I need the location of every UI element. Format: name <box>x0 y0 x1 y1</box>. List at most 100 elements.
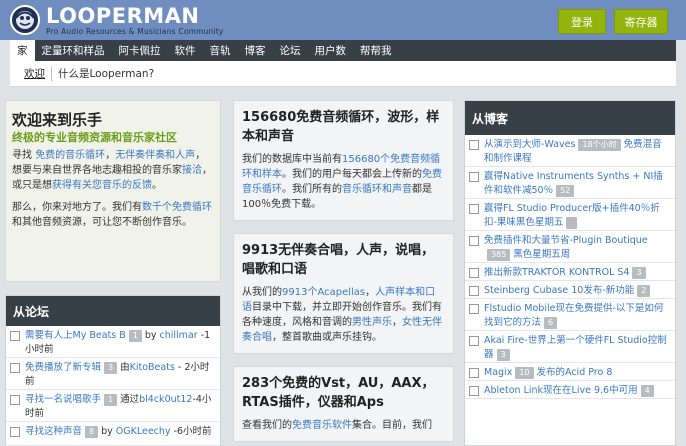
nav-home[interactable]: 家 <box>10 40 35 61</box>
link-loops-sounds[interactable]: 音乐循环和声音 <box>342 184 412 195</box>
nav-software[interactable]: 软件 <box>168 40 203 61</box>
nav-help[interactable]: 帮帮我 <box>353 40 399 61</box>
forum-topic-link[interactable]: 寻找一名说唱歌手 <box>25 394 101 405</box>
forum-user-link[interactable]: chillmar <box>160 330 198 341</box>
text: ， <box>392 317 402 328</box>
list-item: 寻找一名说唱歌手 1 通过bl4ck0ut12-4小时前 <box>6 390 220 422</box>
count-badge: 6 <box>544 317 558 329</box>
blog-post-link[interactable]: 从演示到大师-Waves <box>484 139 575 150</box>
sub-nav: 欢迎 什么是Looperman? <box>10 61 676 87</box>
checkbox[interactable] <box>469 304 479 314</box>
blog-post-link[interactable]: 免费插件和大量节省-Plugin Boutique <box>484 235 648 246</box>
nav-tracks[interactable]: 音轨 <box>203 40 238 61</box>
forum-user-link[interactable]: OGKLeechy <box>116 426 171 437</box>
logo[interactable]: LOOPERMAN Pro Audio Resources & Musician… <box>10 2 224 38</box>
welcome-paragraph-2: 那么，你来对地方了。我们有数千个免费循环和其他音频资源，可让您不断创作音乐。 <box>12 200 214 230</box>
welcome-paragraph-1: 寻找 免费的音乐循环，无伴奏伴奏和人声，想要与来自世界各地志趣相投的音乐家接洽，… <box>12 148 214 193</box>
card-text: 我们的数据库中当前有156680个免费音频循环和样本。我们的用户每天都会上传新的… <box>242 152 445 212</box>
card-title[interactable]: 9913无伴奏合唱，人声，说唱，唱歌和口语 <box>242 241 445 279</box>
checkbox[interactable] <box>10 363 20 373</box>
list-item: Akai Fire-世界上第一个硬件FL Studio控制器 3 <box>465 331 675 363</box>
link-male-vocals[interactable]: 男性声乐 <box>352 317 392 328</box>
blog-post-link[interactable]: Ableton Link现在在Live 9.6中可用 <box>484 385 638 396</box>
site-header: LOOPERMAN Pro Audio Resources & Musician… <box>0 0 686 40</box>
list-item: Magix 10 发布的Acid Pro 8 <box>465 363 675 381</box>
checkbox[interactable] <box>10 427 20 437</box>
logo-mascot-icon <box>10 5 40 35</box>
card-title[interactable]: 283个免费的Vst，AU，AAX，RTAS插件，仪器和Aps <box>242 374 445 412</box>
checkbox[interactable] <box>469 386 479 396</box>
text: 和其他音频资源，可让您不断创作音乐。 <box>12 217 192 228</box>
blog-post-link[interactable]: Akai Fire-世界上第一个硬件FL Studio控制器 <box>484 335 667 360</box>
list-item: 推出新款TRAKTOR KONTROL S4 3 <box>465 263 675 281</box>
text: 查看我们的 <box>242 420 292 431</box>
subnav-welcome[interactable]: 欢迎 <box>18 66 51 81</box>
nav-users[interactable]: 用户数 <box>308 40 354 61</box>
text: 通过 <box>120 394 140 405</box>
link-connect[interactable]: 接洽 <box>182 165 202 176</box>
blog-post-link[interactable]: 推出新款TRAKTOR KONTROL S4 <box>484 267 629 278</box>
list-item: 赢得Native Instruments Synths + NI插件和软件减50… <box>465 167 675 199</box>
logo-subtitle: Pro Audio Resources & Musicians Communit… <box>46 26 224 36</box>
nav-loops-samples[interactable]: 定量环和样品 <box>35 40 112 61</box>
text: 我们的数据库中当前有 <box>242 154 342 165</box>
checkbox[interactable] <box>10 331 20 341</box>
welcome-subtitle: 终极的专业音频资源和音乐家社区 <box>12 131 177 144</box>
reply-count-badge: 1 <box>104 394 118 406</box>
forum-topic-link[interactable]: 寻找这种声音 <box>25 426 82 437</box>
count-badge: 3 <box>632 267 646 279</box>
checkbox[interactable] <box>469 368 479 378</box>
main-nav: 家 定量环和样品 阿卡佩拉 软件 音轨 博客 论坛 用户数 帮帮我 <box>10 40 676 61</box>
text: 由 <box>120 362 130 373</box>
count-badge: 10 <box>515 367 534 379</box>
list-item: 需要有人上My Beats B 1 by chillmar -1小时前 <box>6 326 220 358</box>
blog-post-link[interactable]: Magix <box>484 367 512 378</box>
checkbox[interactable] <box>469 286 479 296</box>
login-button[interactable]: 登录 <box>558 9 606 34</box>
forum-user-link[interactable]: KitoBeats <box>130 362 175 373</box>
text: by <box>144 330 160 341</box>
card-title[interactable]: 156680免费音频循环，波形，样本和声音 <box>242 108 445 146</box>
blog-post-link[interactable]: Steinberg Cubase 10发布-新功能 <box>484 285 634 296</box>
checkbox[interactable] <box>10 395 20 405</box>
welcome-panel: 欢迎来到乐手 终极的专业音频资源和音乐家社区 寻找 免费的音乐循环，无伴奏伴奏和… <box>5 100 221 282</box>
blog-post-link[interactable]: 发布的Acid Pro 8 <box>537 367 613 378</box>
checkbox[interactable] <box>469 204 479 214</box>
checkbox[interactable] <box>469 268 479 278</box>
link-thousands-loops[interactable]: 数千个免费循环 <box>142 202 212 213</box>
software-card: 283个免费的Vst，AU，AAX，RTAS插件，仪器和Aps 查看我们的免费音… <box>233 366 454 442</box>
blog-post-link[interactable]: Flstudio Mobile现在免费提供-以下是如何找到它的方法 <box>484 303 663 328</box>
checkbox[interactable] <box>469 172 479 182</box>
link-acapellas-count[interactable]: 9913个Acapellas <box>282 287 365 298</box>
forum-topic-link[interactable]: 免费播放了新专辑 <box>25 362 101 373</box>
checkbox[interactable] <box>469 336 479 346</box>
checkbox[interactable] <box>469 140 479 150</box>
register-button[interactable]: 寄存器 <box>614 9 668 34</box>
subnav-what-is[interactable]: 什么是Looperman? <box>52 66 160 81</box>
link-free-software[interactable]: 免费音乐软件 <box>292 420 352 431</box>
link-feedback[interactable]: 获得有关您音乐的反馈 <box>52 180 152 191</box>
text: 。我们所有的 <box>282 184 342 195</box>
forum-topic-link[interactable]: 需要有人上My Beats B <box>25 330 126 341</box>
acapellas-card: 9913无伴奏合唱，人声，说唱，唱歌和口语 从我们的9913个Acapellas… <box>233 233 454 354</box>
list-item: 寻找这种声音 8 by OGKLeechy -6小时前 <box>6 422 220 446</box>
nav-forum[interactable]: 论坛 <box>273 40 308 61</box>
forum-user-link[interactable]: bl4ck0ut12 <box>139 394 192 405</box>
timestamp: -6小时前 <box>170 426 212 437</box>
count-badge <box>566 217 577 229</box>
count-badge: 3 <box>496 349 510 361</box>
card-text: 查看我们的免费音乐软件集合。目前，我们 <box>242 418 445 433</box>
nav-acapellas[interactable]: 阿卡佩拉 <box>112 40 168 61</box>
text: by <box>101 426 116 437</box>
card-text: 从我们的9913个Acapellas，人声样本和口语目录中下载，并立即开始创作音… <box>242 285 445 345</box>
link-acapellas[interactable]: 无伴奏伴奏和人声 <box>115 150 195 161</box>
count-badge: 18个小时 <box>578 139 621 151</box>
feature-cards: 156680免费音频循环，波形，样本和声音 我们的数据库中当前有156680个免… <box>233 100 454 446</box>
list-item: Ableton Link现在在Live 9.6中可用 4 <box>465 381 675 399</box>
text: 那么，你来对地方了。我们有 <box>12 202 142 213</box>
loops-card: 156680免费音频循环，波形，样本和声音 我们的数据库中当前有156680个免… <box>233 100 454 221</box>
blog-post-link[interactable]: 黑色星期五周 <box>513 249 570 260</box>
checkbox[interactable] <box>469 236 479 246</box>
nav-blog[interactable]: 博客 <box>238 40 273 61</box>
link-free-loops[interactable]: 免费的音乐循环 <box>35 150 105 161</box>
